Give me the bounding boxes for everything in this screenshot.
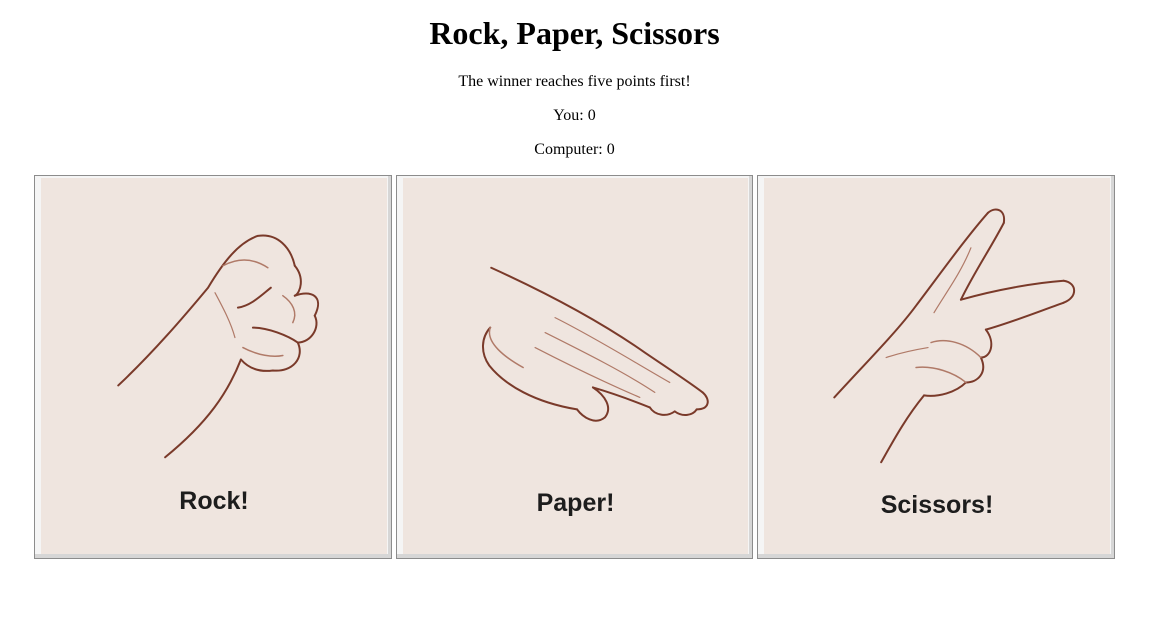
computer-score: Computer: 0 bbox=[534, 141, 615, 158]
rules-text: The winner reaches five points first! bbox=[458, 73, 691, 90]
paper-label: Paper! bbox=[536, 489, 615, 517]
paper-card: Paper! bbox=[403, 178, 748, 554]
player-score: You: 0 bbox=[553, 107, 596, 124]
scissors-button[interactable]: Scissors! bbox=[757, 175, 1115, 559]
rock-label: Rock! bbox=[179, 487, 249, 515]
rock-button[interactable]: Rock! bbox=[34, 175, 392, 559]
scissors-label: Scissors! bbox=[880, 491, 994, 519]
paper-button[interactable]: Paper! bbox=[396, 175, 753, 559]
page-title: Rock, Paper, Scissors bbox=[429, 15, 720, 51]
rock-card: Rock! bbox=[41, 178, 387, 554]
scissors-card: Scissors! bbox=[764, 178, 1110, 554]
